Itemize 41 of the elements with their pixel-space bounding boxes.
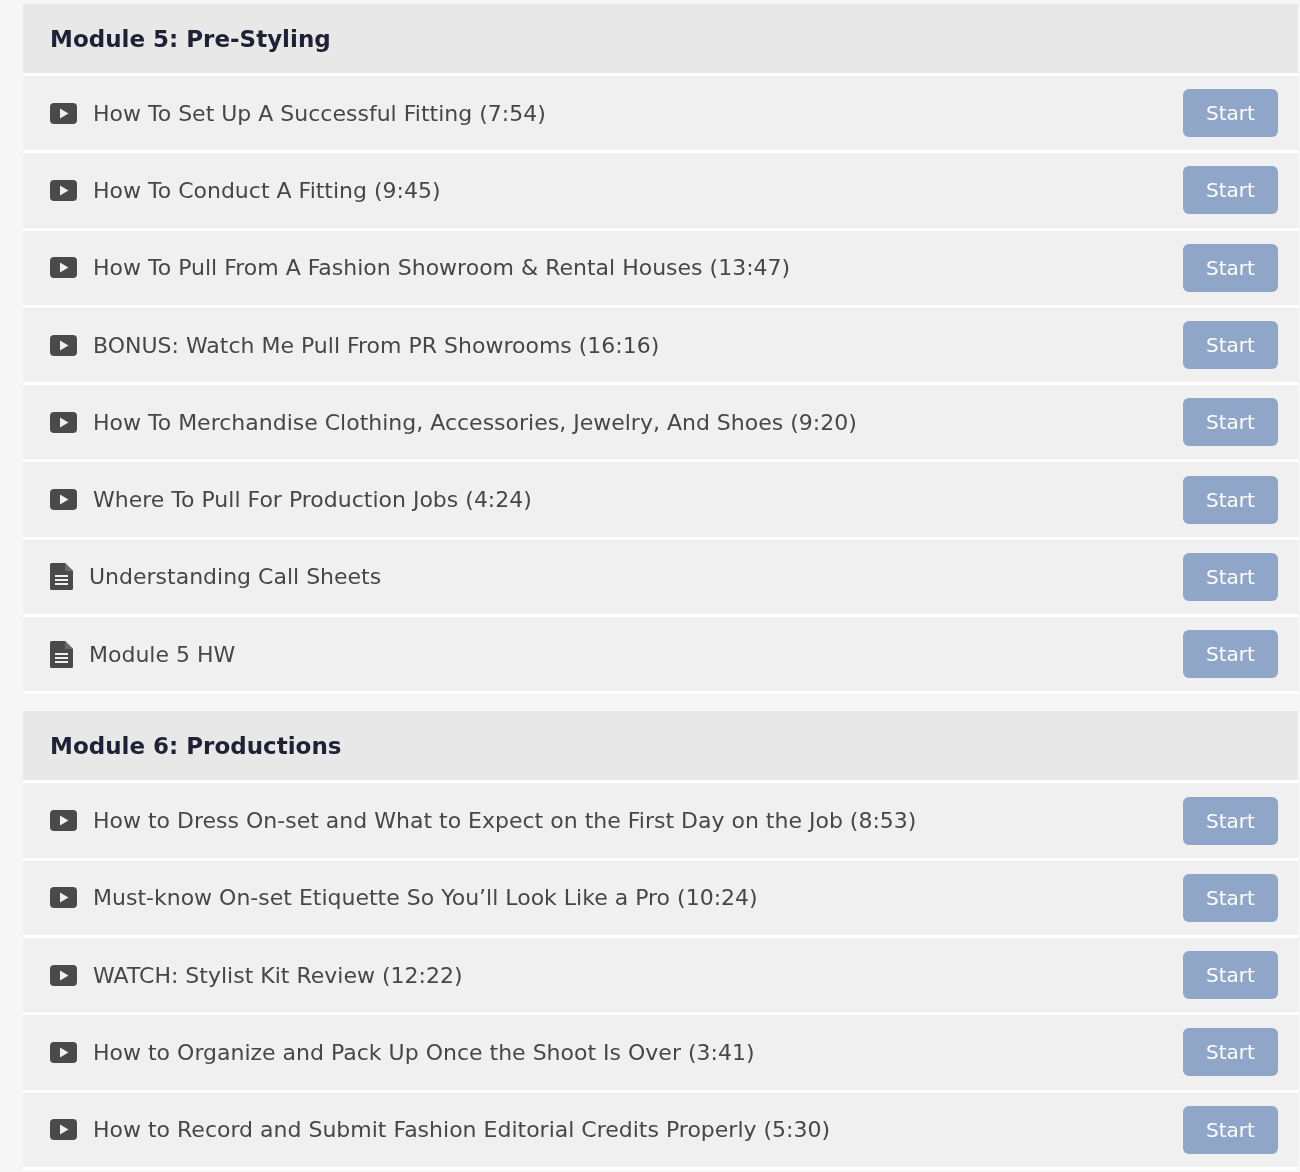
lesson-title: How To Pull From A Fashion Showroom & Rental Houses (13:47) [93, 255, 792, 281]
lesson-title: Where To Pull For Production Jobs (4:24) [93, 487, 533, 513]
module-title: Module 5: Pre-Styling [50, 25, 331, 52]
lesson-row[interactable]: How to Dress On-set and What to Expect on the First Day on the Job (8:53) Start [23, 780, 1298, 858]
document-icon [50, 640, 73, 668]
lesson-title: WATCH: Stylist Kit Review (12:22) [93, 962, 464, 988]
play-icon [50, 179, 77, 201]
lesson-row[interactable]: How to Organize and Pack Up Once the Shoot Is Over (3:41) Start [23, 1012, 1298, 1090]
play-icon [50, 1041, 77, 1063]
lesson-title: Module 5 HW [89, 641, 237, 667]
lesson-title: How To Set Up A Successful Fitting (7:54) [93, 100, 547, 126]
lesson-row[interactable]: Where To Pull For Production Jobs (4:24) Start [23, 459, 1298, 537]
lesson-title: How to Dress On-set and What to Expect on the First Day on the Job (8:53) [93, 808, 918, 833]
lesson-title: Must-know On-set Etiquette So You’ll Look Like a Pro (10:24) [93, 885, 759, 911]
lesson-row[interactable]: How To Merchandise Clothing, Accessories, Jewelry, And Shoes (9:20) Start [23, 382, 1298, 460]
play-icon [50, 334, 77, 356]
lesson-title: How To Merchandise Clothing, Accessories, Jewelry, And Shoes (9:20) [93, 409, 858, 435]
play-icon [50, 964, 77, 986]
lesson-row[interactable]: BONUS: Watch Me Pull From PR Showrooms (16:16) Start [23, 304, 1298, 383]
lesson-row[interactable]: WATCH: Stylist Kit Review (12:22) Start [23, 934, 1298, 1013]
play-icon [50, 102, 77, 124]
module-title: Module 6: Productions [50, 732, 342, 759]
lesson-row[interactable]: Module 5 HW Start [23, 614, 1298, 692]
lesson-title: How to Organize and Pack Up Once the Shoot Is Over (3:41) [93, 1039, 756, 1065]
play-icon [50, 887, 77, 909]
lesson-title: How to Record and Submit Fashion Editorial Credits Properly (5:30) [93, 1117, 832, 1143]
lesson-row[interactable]: Understanding Call Sheets Start [23, 536, 1298, 615]
lesson-row[interactable]: How To Set Up A Successful Fitting (7:54) Start [23, 73, 1298, 151]
lesson-title: Understanding Call Sheets [89, 564, 383, 590]
play-icon [50, 257, 77, 279]
play-icon [50, 1119, 77, 1141]
lesson-title: BONUS: Watch Me Pull From PR Showrooms (16:16) [93, 332, 661, 358]
play-icon [50, 810, 77, 831]
play-icon [50, 489, 77, 511]
lesson-row[interactable]: How to Record and Submit Fashion Editorial Credits Properly (5:30) Start [23, 1089, 1298, 1167]
play-icon [50, 411, 77, 433]
lesson-row[interactable]: How To Pull From A Fashion Showroom & Rental Houses (13:47) Start [23, 227, 1298, 305]
lesson-row[interactable]: How To Conduct A Fitting (9:45) Start [23, 150, 1298, 228]
lesson-row[interactable]: Must-know On-set Etiquette So You’ll Look Like a Pro (10:24) Start [23, 857, 1298, 935]
document-icon [50, 563, 73, 591]
lesson-title: How To Conduct A Fitting (9:45) [93, 177, 442, 203]
